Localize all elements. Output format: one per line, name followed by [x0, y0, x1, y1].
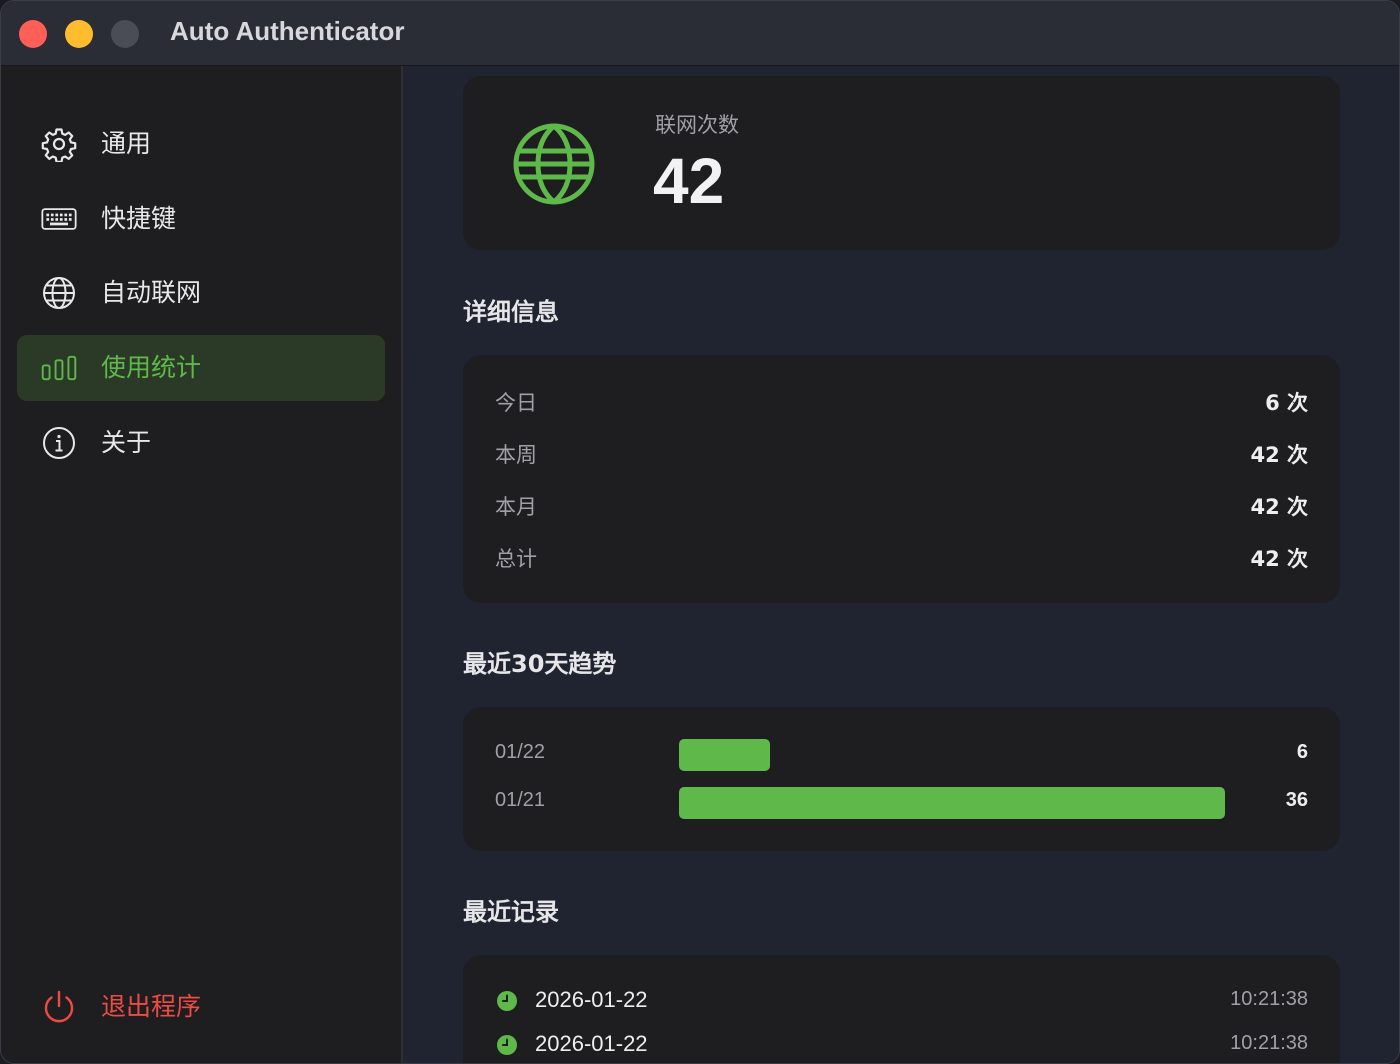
- power-icon: [41, 989, 77, 1025]
- details-row: 总计 42 次: [495, 543, 1308, 573]
- gear-icon: [41, 126, 77, 162]
- details-row-value: 42 次: [1250, 443, 1308, 467]
- globe-icon: [513, 123, 595, 205]
- trend-title: 最近30天趋势: [463, 650, 617, 678]
- main-content: 联网次数 42 详细信息 今日 6 次 本周 42 次 本月 42 次 总计 4…: [403, 66, 1399, 1063]
- clock-icon: [497, 1035, 517, 1055]
- trend-row: 01/22 6: [495, 739, 1308, 771]
- details-row-value: 42 次: [1250, 495, 1308, 519]
- records-card: 2026-01-22 10:21:38 2026-01-22 10:21:38: [463, 955, 1340, 1063]
- close-window-button[interactable]: [19, 20, 47, 48]
- quit-label: 退出程序: [101, 992, 202, 1021]
- trend-row: 01/21 36: [495, 787, 1308, 819]
- trend-value: 36: [1285, 789, 1308, 811]
- connection-count-label: 联网次数: [655, 113, 739, 137]
- record-time: 10:21:38: [1230, 1032, 1308, 1054]
- record-row: 2026-01-22 10:21:38: [495, 1029, 1308, 1061]
- details-row-value: 42 次: [1250, 547, 1308, 571]
- sidebar-item-label: 自动联网: [101, 278, 202, 307]
- sidebar-item-label: 关于: [101, 428, 152, 457]
- keyboard-icon: [41, 201, 77, 237]
- trend-value: 6: [1296, 741, 1308, 763]
- zoom-window-button[interactable]: [111, 20, 139, 48]
- quit-button[interactable]: 退出程序: [17, 974, 385, 1040]
- connection-count-card: 联网次数 42: [463, 76, 1340, 250]
- details-row-value: 6 次: [1265, 391, 1308, 415]
- details-row: 本周 42 次: [495, 439, 1308, 469]
- trend-bar: [679, 787, 1225, 819]
- sidebar-item-general[interactable]: 通用: [17, 111, 385, 177]
- record-time: 10:21:38: [1230, 988, 1308, 1010]
- app-window: Auto Authenticator 通用 快捷键 自动联网 使用统计 关于 退…: [0, 0, 1400, 1064]
- globe-icon: [41, 275, 77, 311]
- record-date: 2026-01-22: [535, 1031, 648, 1056]
- sidebar-item-label: 通用: [101, 129, 152, 158]
- trend-date: 01/21: [495, 789, 546, 811]
- record-row: 2026-01-22 10:21:38: [495, 985, 1308, 1017]
- minimize-window-button[interactable]: [65, 20, 93, 48]
- trend-bar: [679, 739, 770, 771]
- details-row-label: 本月: [495, 495, 537, 519]
- sidebar-item-label: 使用统计: [101, 353, 202, 382]
- details-row: 今日 6 次: [495, 387, 1308, 417]
- details-row-label: 本周: [495, 443, 537, 467]
- records-title: 最近记录: [463, 898, 559, 926]
- sidebar-item-auto-connect[interactable]: 自动联网: [17, 260, 385, 326]
- sidebar-item-shortcuts[interactable]: 快捷键: [17, 186, 385, 252]
- details-card: 今日 6 次 本周 42 次 本月 42 次 总计 42 次: [463, 355, 1340, 603]
- details-title: 详细信息: [463, 298, 559, 326]
- details-row-label: 今日: [495, 391, 537, 415]
- title-bar: Auto Authenticator: [1, 1, 1399, 66]
- sidebar-item-label: 快捷键: [101, 204, 177, 233]
- connection-count-value: 42: [653, 145, 725, 217]
- window-title: Auto Authenticator: [170, 16, 405, 46]
- sidebar: 通用 快捷键 自动联网 使用统计 关于 退出程序: [1, 66, 403, 1063]
- trend-card: 01/22 6 01/21 36: [463, 707, 1340, 851]
- sidebar-item-about[interactable]: 关于: [17, 410, 385, 476]
- sidebar-item-usage-stats[interactable]: 使用统计: [17, 335, 385, 401]
- info-icon: [41, 425, 77, 461]
- record-date: 2026-01-22: [535, 987, 648, 1012]
- details-row-label: 总计: [495, 547, 537, 571]
- bar-chart-icon: [41, 350, 77, 386]
- trend-date: 01/22: [495, 741, 546, 763]
- details-row: 本月 42 次: [495, 491, 1308, 521]
- clock-icon: [497, 991, 517, 1011]
